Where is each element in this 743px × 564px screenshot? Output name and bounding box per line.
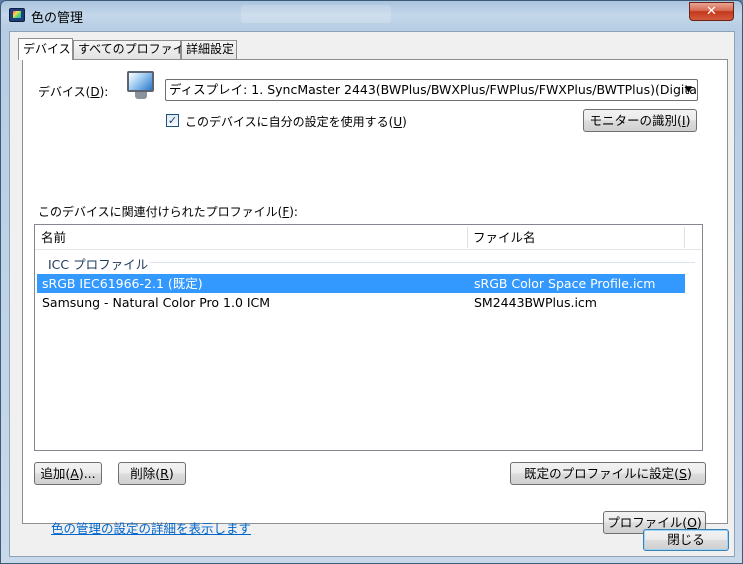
panel-separator bbox=[31, 495, 721, 496]
learn-more-link[interactable]: 色の管理の設定の詳細を表示します bbox=[51, 518, 251, 537]
column-header-name[interactable]: 名前 bbox=[35, 225, 467, 250]
dialog-client-area: デバイス すべてのプロファイル 詳細設定 デバイス(D): ディスプレイ: 1.… bbox=[9, 31, 735, 557]
tab-all-profiles[interactable]: すべてのプロファイル bbox=[73, 40, 197, 59]
remove-profile-button[interactable]: 削除(R) bbox=[118, 462, 186, 485]
close-icon: ✕ bbox=[706, 4, 717, 19]
add-profile-button[interactable]: 追加(A)... bbox=[34, 462, 102, 485]
background-window-ghost bbox=[241, 5, 391, 23]
table-row[interactable]: sRGB IEC61966-2.1 (既定) sRGB Color Space … bbox=[37, 274, 685, 293]
color-management-window: 色の管理 ✕ デバイス すべてのプロファイル 詳細設定 デバイス(D): ディス… bbox=[0, 0, 743, 564]
devices-tab-panel: デバイス(D): ディスプレイ: 1. SyncMaster 2443(BWPl… bbox=[22, 59, 728, 536]
tab-advanced[interactable]: 詳細設定 bbox=[181, 40, 237, 59]
tab-devices[interactable]: デバイス bbox=[18, 38, 73, 60]
identify-monitors-button[interactable]: モニターの識別(I) bbox=[583, 109, 697, 132]
row-file-name: SM2443BWPlus.icm bbox=[474, 295, 597, 310]
monitor-icon bbox=[127, 71, 155, 103]
row-file-name: sRGB Color Space Profile.icm bbox=[474, 276, 656, 291]
window-title: 色の管理 bbox=[31, 11, 84, 26]
color-management-app-icon bbox=[9, 8, 25, 22]
row-profile-name: Samsung - Natural Color Pro 1.0 ICM bbox=[42, 295, 271, 310]
table-row[interactable]: Samsung - Natural Color Pro 1.0 ICM SM24… bbox=[37, 293, 685, 312]
set-default-profile-button[interactable]: 既定のプロファイルに設定(S) bbox=[510, 462, 706, 485]
use-my-settings-label[interactable]: このデバイスに自分の設定を使用する(U) bbox=[185, 113, 407, 130]
device-select-value: ディスプレイ: 1. SyncMaster 2443(BWPlus/BWXPlu… bbox=[169, 82, 698, 97]
chevron-down-icon: ▼ bbox=[685, 85, 692, 95]
row-profile-name: sRGB IEC61966-2.1 (既定) bbox=[42, 276, 203, 291]
close-window-button[interactable]: ✕ bbox=[689, 2, 734, 21]
group-divider bbox=[150, 262, 695, 263]
device-label: デバイス(D): bbox=[38, 85, 109, 99]
list-header: 名前 ファイル名 bbox=[35, 225, 702, 250]
use-my-settings-checkbox[interactable]: ✓ bbox=[166, 114, 179, 127]
profiles-label: このデバイスに関連付けられたプロファイル(F): bbox=[38, 205, 298, 219]
column-header-file[interactable]: ファイル名 bbox=[467, 225, 684, 250]
device-select[interactable]: ディスプレイ: 1. SyncMaster 2443(BWPlus/BWXPlu… bbox=[165, 79, 698, 101]
title-bar[interactable]: 色の管理 ✕ bbox=[1, 1, 742, 31]
group-title-icc: ICC プロファイル bbox=[48, 257, 149, 272]
profiles-list[interactable]: 名前 ファイル名 ICC プロファイル sRGB IEC61966-2.1 (既… bbox=[34, 224, 703, 451]
close-button[interactable]: 閉じる bbox=[643, 529, 729, 551]
